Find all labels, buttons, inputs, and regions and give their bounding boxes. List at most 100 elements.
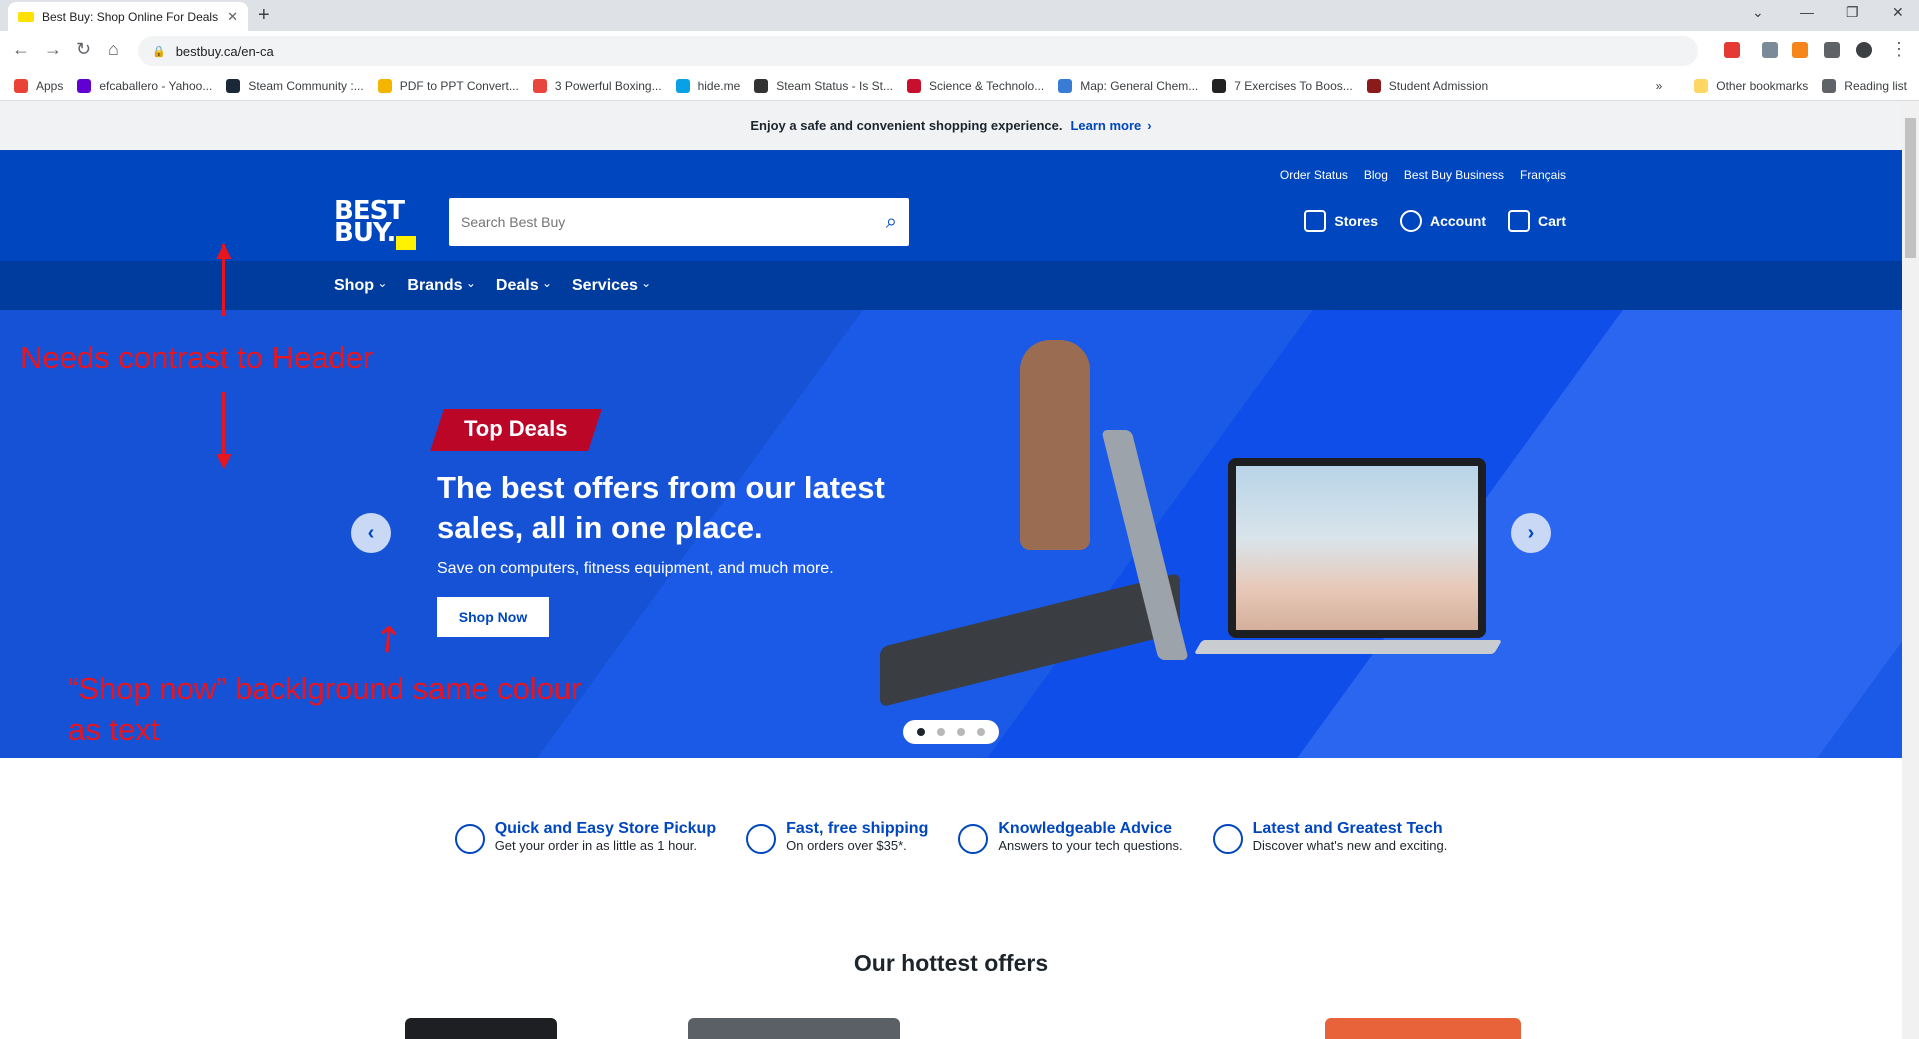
bestbuy-favicon-icon [18, 11, 34, 22]
bookmark-item[interactable]: Science & Technolo... [907, 78, 1045, 93]
search-box: ⌕ [449, 198, 909, 246]
account-label: Account [1429, 213, 1486, 229]
stores-label: Stores [1334, 213, 1378, 229]
feature-title: Fast, free shipping [786, 820, 929, 837]
bookmark-item[interactable]: Steam Status - Is St... [754, 78, 894, 93]
extension-adblock-icon[interactable] [1724, 42, 1740, 58]
other-bookmarks-label: Other bookmarks [1716, 79, 1809, 93]
browser-menu-icon[interactable]: ⋮ [1890, 39, 1908, 60]
hero-headline: The best offers from our latest sales, a… [437, 470, 885, 545]
bookmark-label: 3 Powerful Boxing... [554, 78, 662, 93]
feature-desc: Answers to your tech questions. [998, 838, 1183, 853]
browser-tab[interactable]: Best Buy: Shop Online For Deals ✕ [8, 2, 248, 31]
bookmark-item[interactable]: Student Admission [1366, 78, 1488, 93]
runner-image [1020, 340, 1090, 550]
feature-item[interactable]: Fast, free shipping On orders over $35*. [746, 820, 928, 880]
feature-item[interactable]: Latest and Greatest Tech Discover what's … [1212, 820, 1448, 880]
feature-row: Quick and Easy Store Pickup Get your orde… [0, 820, 1902, 880]
carousel-prev-button[interactable]: ‹ [351, 513, 391, 553]
shop-now-button[interactable]: Shop Now [437, 597, 549, 637]
back-icon[interactable]: ← [12, 39, 30, 60]
carousel-dot[interactable] [957, 728, 965, 736]
home-icon[interactable]: ⌂ [108, 39, 119, 60]
stores-link[interactable]: Stores [1304, 210, 1378, 232]
feature-title: Quick and Easy Store Pickup [494, 820, 717, 837]
product-thumb[interactable] [1325, 1018, 1521, 1039]
bookmark-label: 7 Exercises To Boos... [1234, 78, 1353, 93]
feature-desc: Discover what's new and exciting. [1252, 838, 1448, 853]
scrollbar-thumb[interactable] [1905, 118, 1916, 258]
annotation-shop-now-line1: “Shop now” backlground same colour [68, 671, 582, 706]
new-tab-icon[interactable]: + [258, 4, 270, 27]
bookmark-item[interactable]: Map: General Chem... [1058, 78, 1199, 93]
bookmark-label: Steam Status - Is St... [776, 78, 894, 93]
site-header: BEST BUY. ⌕ Order Status Blog Best Buy Bus… [0, 150, 1902, 261]
product-thumb[interactable] [688, 1018, 900, 1039]
top-link[interactable]: Best Buy Business [1404, 168, 1504, 182]
feature-item[interactable]: Quick and Easy Store Pickup Get your orde… [454, 820, 717, 880]
search-input[interactable] [461, 214, 886, 230]
nav-services[interactable]: Services [572, 277, 651, 295]
browser-tab-strip: Best Buy: Shop Online For Deals ✕ + ⌄ — … [0, 0, 1919, 31]
bookmark-item[interactable]: hide.me [675, 78, 740, 93]
laptop-image [1228, 458, 1486, 638]
bookmark-favicon-icon [675, 78, 690, 93]
bookmark-item[interactable]: 3 Powerful Boxing... [532, 78, 662, 93]
tab-search-icon[interactable]: ⌄ [1752, 4, 1764, 21]
extension-metamask-icon[interactable] [1792, 42, 1808, 58]
top-deals-label: Top Deals [464, 416, 568, 441]
restore-icon[interactable]: ❐ [1846, 4, 1859, 21]
bookmark-item[interactable]: Steam Community :... [226, 78, 364, 93]
bookmark-label: efcaballero - Yahoo... [99, 78, 213, 93]
carousel-dot[interactable] [937, 728, 945, 736]
cart-icon [1507, 210, 1530, 232]
bookmark-item[interactable]: 7 Exercises To Boos... [1212, 78, 1353, 93]
other-bookmarks[interactable]: Other bookmarks [1694, 79, 1808, 93]
feature-title: Knowledgeable Advice [998, 820, 1173, 837]
cart-label: Cart [1537, 213, 1566, 229]
profile-avatar-icon[interactable] [1856, 42, 1872, 58]
nav-shop[interactable]: Shop [334, 277, 387, 295]
bookmark-favicon-icon [377, 78, 392, 93]
url-text: bestbuy.ca/en-ca [175, 43, 274, 59]
bookmark-label: Map: General Chem... [1080, 78, 1199, 93]
product-thumb[interactable] [405, 1018, 557, 1039]
forward-icon[interactable]: → [44, 39, 62, 60]
reload-icon[interactable]: ↻ [76, 39, 91, 60]
bookmark-label: Science & Technolo... [929, 78, 1045, 93]
learn-more-link[interactable]: Learn more [1070, 118, 1141, 133]
feature-icon [454, 824, 485, 854]
bookmark-item[interactable]: PDF to PPT Convert... [377, 78, 519, 93]
top-link[interactable]: Français [1520, 168, 1566, 182]
search-icon[interactable]: ⌕ [886, 211, 897, 234]
carousel-dot[interactable] [917, 728, 925, 736]
tab-close-icon[interactable]: ✕ [227, 9, 238, 25]
close-window-icon[interactable]: ✕ [1892, 4, 1904, 21]
address-bar[interactable]: 🔒 bestbuy.ca/en-ca [138, 36, 1698, 66]
minimize-icon[interactable]: — [1800, 4, 1814, 20]
top-link[interactable]: Blog [1364, 168, 1388, 182]
extensions-puzzle-icon[interactable] [1824, 42, 1840, 58]
bookmark-label: PDF to PPT Convert... [399, 78, 519, 93]
extension-shield-icon[interactable] [1762, 42, 1778, 58]
cart-link[interactable]: Cart [1507, 210, 1566, 232]
feature-item[interactable]: Knowledgeable Advice Answers to your tech… [958, 820, 1183, 880]
bookmark-item[interactable]: efcaballero - Yahoo... [77, 78, 213, 93]
carousel-dot[interactable] [977, 728, 985, 736]
bestbuy-logo[interactable]: BEST BUY. [334, 198, 416, 250]
bookmark-favicon-icon [1366, 78, 1381, 93]
bookmark-item[interactable]: Apps [14, 78, 63, 93]
logo-tag-icon [396, 236, 416, 250]
utility-nav: Stores Account Cart [1304, 210, 1566, 232]
nav-deals[interactable]: Deals [496, 277, 552, 295]
bookmark-favicon-icon [1058, 78, 1073, 93]
main-nav: Shop Brands Deals Services [0, 261, 1902, 310]
reading-list[interactable]: Reading list [1822, 79, 1907, 93]
top-link[interactable]: Order Status [1280, 168, 1348, 182]
bookmarks-overflow-icon[interactable]: » [1656, 79, 1663, 93]
carousel-next-button[interactable]: › [1511, 513, 1551, 553]
laptop-wallpaper [1236, 466, 1478, 630]
bookmark-favicon-icon [226, 78, 241, 93]
account-link[interactable]: Account [1399, 210, 1486, 232]
nav-brands[interactable]: Brands [407, 277, 476, 295]
